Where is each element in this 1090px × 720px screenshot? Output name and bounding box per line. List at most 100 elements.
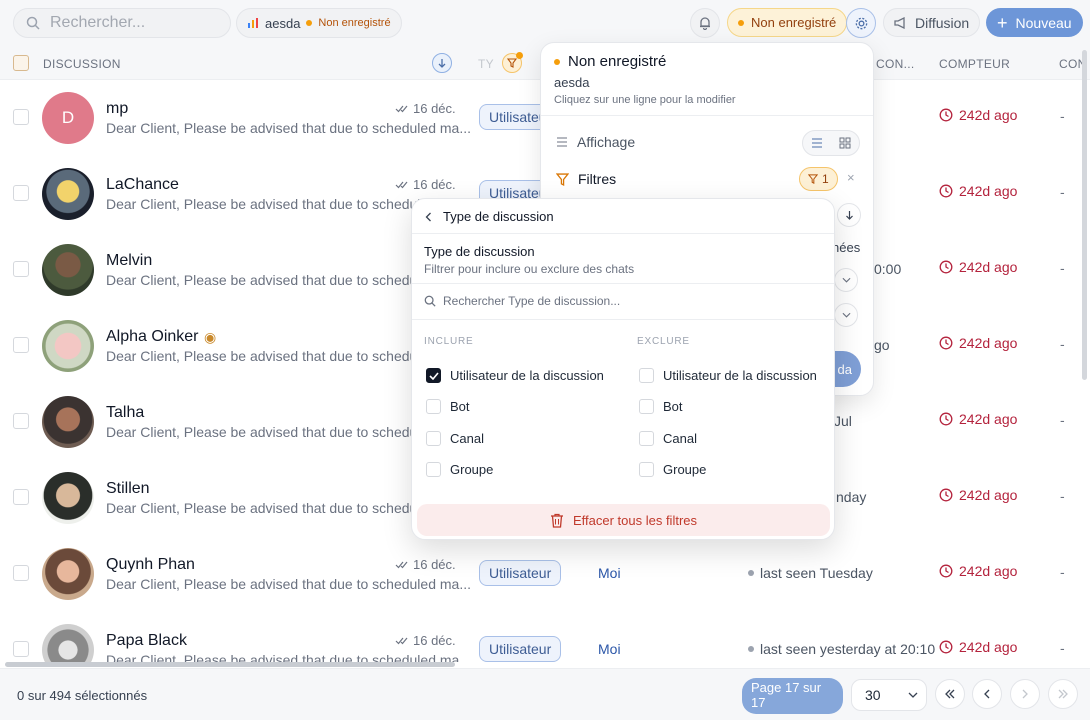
column-type[interactable]: TY	[478, 57, 494, 71]
row-checkbox[interactable]	[13, 565, 29, 581]
view-mode-toggle[interactable]	[802, 130, 860, 156]
new-button[interactable]: + Nouveau	[986, 8, 1083, 37]
row-checkbox[interactable]	[13, 261, 29, 277]
last-seen-text: nday	[836, 489, 867, 505]
chat-name: Alpha Oinker	[106, 328, 199, 345]
diffusion-button[interactable]: Diffusion	[883, 8, 981, 37]
filter-search-input[interactable]: Rechercher Type de discussion...	[424, 294, 620, 308]
include-option-channel[interactable]: Canal	[426, 431, 484, 446]
type-badge: Utilisateur	[479, 560, 562, 586]
first-page-button[interactable]	[935, 679, 965, 709]
table-row[interactable]: Papa Black Dear Client, Please be advise…	[0, 612, 1080, 662]
double-check-icon	[395, 561, 408, 569]
avatar	[42, 396, 94, 448]
settings-button[interactable]	[846, 8, 876, 38]
checkbox[interactable]	[426, 431, 441, 446]
checkbox-checked[interactable]	[426, 368, 441, 383]
chevron-down-icon	[842, 312, 850, 318]
include-option-user[interactable]: Utilisateur de la discussion	[426, 368, 604, 383]
row-checkbox[interactable]	[13, 489, 29, 505]
column-contact[interactable]: CON...	[876, 57, 914, 71]
dropdown-button[interactable]	[834, 303, 858, 327]
grid-view-icon[interactable]	[839, 137, 851, 149]
filter-icon	[556, 172, 569, 186]
column-counter[interactable]: COMPTEUR	[939, 57, 1010, 71]
workspace-name: aesda	[265, 15, 301, 31]
clear-label: Effacer tous les filtres	[572, 512, 698, 528]
counter-text: 242d ago	[959, 411, 1018, 427]
extra-value: -	[1060, 260, 1065, 276]
exclude-option-group[interactable]: Groupe	[639, 462, 706, 477]
panel-hint: Cliquez sur une ligne pour la modifier	[554, 94, 736, 106]
back-button[interactable]: Type de discussion	[425, 209, 554, 224]
row-checkbox[interactable]	[13, 413, 29, 429]
last-seen-text: 0:00	[874, 261, 902, 277]
row-checkbox[interactable]	[13, 185, 29, 201]
dropdown-button[interactable]	[834, 268, 858, 292]
row-checkbox[interactable]	[13, 337, 29, 353]
search-input[interactable]: Rechercher...	[13, 8, 231, 38]
sort-down-icon[interactable]	[432, 53, 452, 73]
exclude-option-user[interactable]: Utilisateur de la discussion	[639, 368, 817, 383]
divider	[412, 233, 834, 234]
checkbox[interactable]	[639, 368, 654, 383]
checkbox[interactable]	[639, 462, 654, 477]
search-placeholder: Rechercher...	[50, 14, 146, 31]
vertical-scrollbar[interactable]	[1082, 50, 1087, 380]
divider	[412, 283, 834, 284]
chat-preview: Dear Client, Please be advised that due …	[106, 500, 429, 516]
owner-link[interactable]: Moi	[598, 641, 621, 657]
chat-name: Melvin	[106, 252, 153, 269]
clear-all-filters-button[interactable]: Effacer tous les filtres	[417, 504, 830, 536]
counter: 242d ago	[939, 259, 1017, 275]
chat-preview: Dear Client, Please be advised that due …	[106, 348, 429, 364]
checkbox[interactable]	[639, 399, 654, 414]
chat-name: mp	[106, 100, 129, 117]
counter: 242d ago	[939, 487, 1017, 503]
filters-row[interactable]: Filtres	[556, 171, 616, 187]
panel-workspace: aesda	[554, 75, 590, 90]
chat-preview: Dear Client, Please be advised that due …	[106, 576, 471, 592]
workspace-chip[interactable]: aesda Non enregistré	[236, 8, 402, 38]
exclude-option-channel[interactable]: Canal	[639, 431, 697, 446]
chat-name: LaChance	[106, 176, 179, 193]
clear-filters-close-icon[interactable]: ×	[847, 170, 855, 185]
exclude-option-bot[interactable]: Bot	[639, 399, 683, 414]
include-option-group[interactable]: Groupe	[426, 462, 493, 477]
owner-link[interactable]: Moi	[598, 565, 621, 581]
double-chevron-right-icon	[1058, 689, 1068, 699]
exclude-heading: EXCLURE	[637, 336, 690, 347]
sort-direction-button[interactable]	[837, 203, 861, 227]
filters-count-badge[interactable]: 1	[799, 167, 838, 191]
checkbox[interactable]	[426, 399, 441, 414]
list-icon	[557, 137, 567, 147]
top-bar: Rechercher... aesda Non enregistré Non e…	[0, 0, 1090, 46]
checkbox[interactable]	[426, 462, 441, 477]
offline-dot-icon	[748, 646, 754, 652]
avatar	[42, 548, 94, 600]
chat-name: Stillen	[106, 480, 150, 497]
last-seen: Jul	[834, 413, 852, 429]
table-row[interactable]: Quynh Phan Dear Client, Please be advise…	[0, 536, 1080, 612]
option-label: Utilisateur de la discussion	[663, 368, 817, 383]
next-page-button[interactable]	[1010, 679, 1040, 709]
per-page-select[interactable]: 30	[851, 679, 927, 711]
status-badge[interactable]: Non enregistré	[727, 8, 848, 37]
option-label: Groupe	[663, 462, 707, 477]
select-all-checkbox[interactable]	[13, 55, 29, 71]
list-view-icon[interactable]	[811, 138, 823, 148]
clock-icon	[939, 184, 953, 198]
checkbox[interactable]	[639, 431, 654, 446]
previous-page-button[interactable]	[972, 679, 1002, 709]
filter-active-icon[interactable]	[502, 52, 523, 73]
horizontal-scrollbar[interactable]	[5, 662, 455, 667]
last-page-button[interactable]	[1048, 679, 1078, 709]
column-discussion[interactable]: DISCUSSION	[43, 57, 121, 71]
avatar	[42, 168, 94, 220]
type-badge: Utilisateur	[479, 636, 562, 662]
row-checkbox[interactable]	[13, 641, 29, 657]
include-option-bot[interactable]: Bot	[426, 399, 470, 414]
notifications-button[interactable]	[690, 8, 720, 38]
row-checkbox[interactable]	[13, 109, 29, 125]
display-row[interactable]: Affichage	[556, 134, 635, 150]
